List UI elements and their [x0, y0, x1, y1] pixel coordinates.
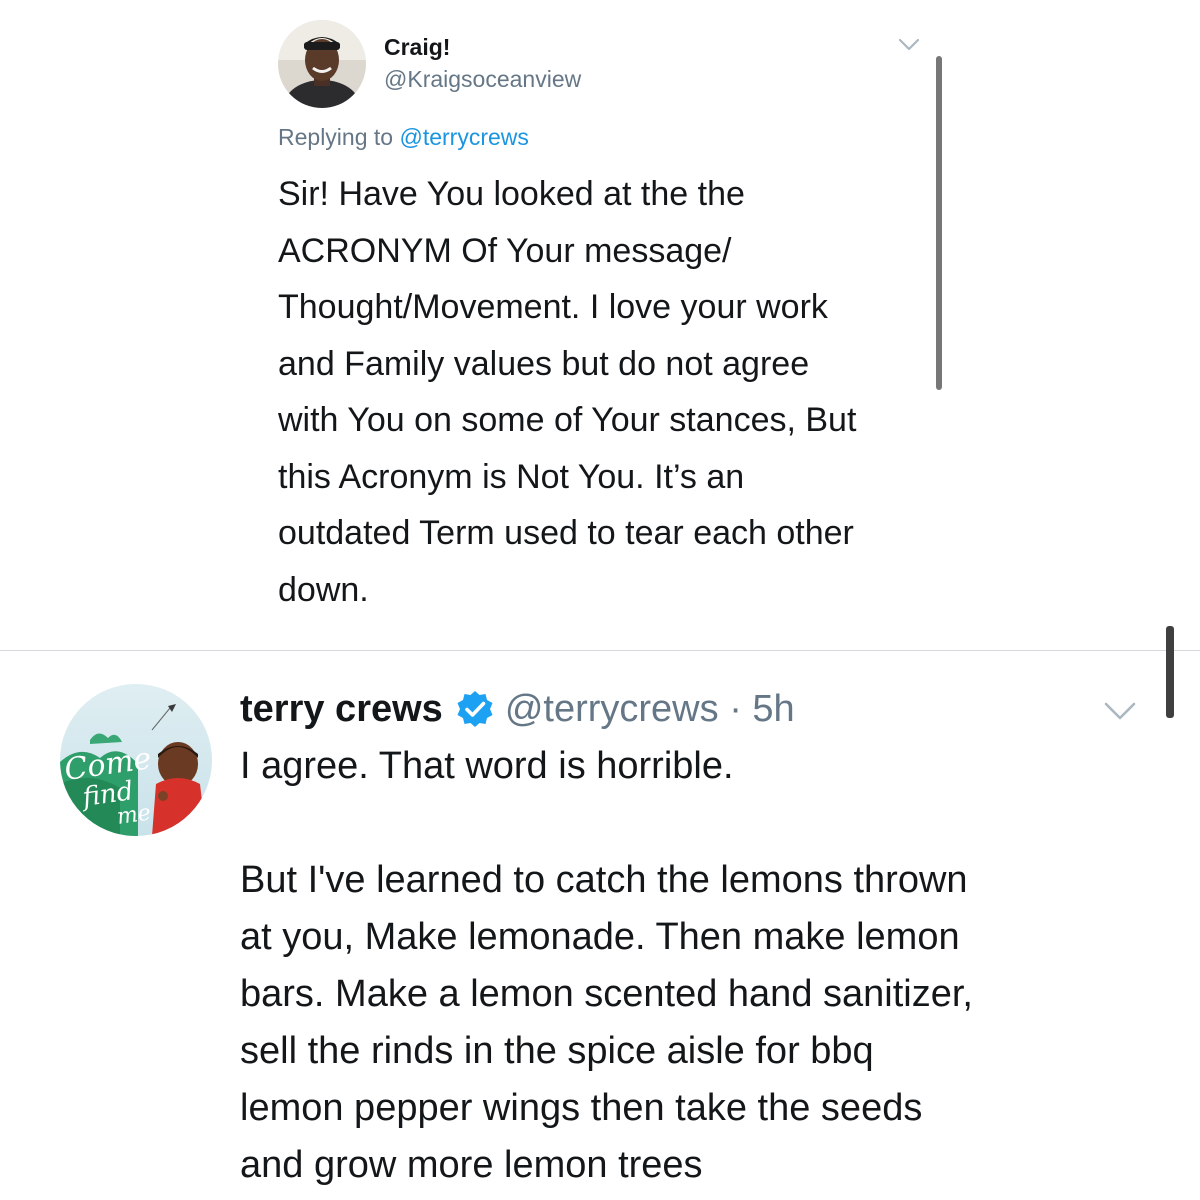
reply-text-line: down.: [278, 570, 369, 609]
chevron-down-icon[interactable]: [1102, 700, 1138, 722]
main-tweet-header: terry crews @terrycrews · 5h: [240, 684, 795, 734]
replying-to-line: Replying to @terrycrews: [278, 124, 529, 151]
reply-author-handle[interactable]: @Kraigsoceanview: [384, 66, 581, 93]
tweet-divider: [0, 650, 1200, 651]
main-text-line: sell the rinds in the spice aisle for bb…: [240, 1030, 874, 1072]
avatar-word-me: me: [115, 800, 152, 829]
main-author-name[interactable]: terry crews: [240, 688, 443, 731]
reply-author-name[interactable]: Craig!: [384, 34, 450, 61]
verified-badge-icon: [455, 689, 495, 729]
main-tweet-text: I agree. That word is horrible. But I've…: [240, 738, 1140, 1194]
reply-text-line: with You on some of Your stances, But: [278, 401, 857, 439]
separator-dot: ·: [729, 687, 742, 730]
tweet-timestamp[interactable]: 5h: [752, 688, 794, 731]
chevron-down-icon[interactable]: [896, 36, 922, 54]
reply-text-line: Sir! Have You looked at the the: [278, 175, 745, 213]
main-text-line: But I've learned to catch the lemons thr…: [240, 859, 968, 901]
main-text-line: lemon pepper wings then take the seeds: [240, 1087, 923, 1129]
reply-tweet-text: Sir! Have You looked at the the ACRONYM …: [278, 166, 938, 618]
main-text-line: bars. Make a lemon scented hand sanitize…: [240, 973, 973, 1015]
replying-prefix: Replying to: [278, 124, 394, 150]
main-text-line: and grow more lemon trees: [240, 1144, 703, 1186]
header-separator: ·: [719, 688, 753, 731]
main-author-handle[interactable]: @terrycrews: [505, 688, 719, 731]
reply-text-line: outdated Term used to tear each other: [278, 514, 854, 552]
main-author-avatar[interactable]: Come find me: [60, 684, 212, 836]
reply-author-avatar[interactable]: [278, 20, 366, 108]
reply-text-line: Thought/Movement. I love your work: [278, 288, 828, 326]
main-text-line: I agree. That word is horrible.: [240, 745, 734, 787]
reply-text-line: and Family values but do not agree: [278, 344, 810, 383]
reply-text-line: this Acronym is Not You. It’s an: [278, 457, 745, 496]
main-text-line: at you, Make lemonade. Then make lemon: [240, 916, 960, 958]
page-scrollbar[interactable]: [1166, 626, 1174, 718]
replying-to-mention-link[interactable]: @terrycrews: [399, 124, 528, 150]
reply-text-line: ACRONYM Of Your message/: [278, 231, 732, 270]
